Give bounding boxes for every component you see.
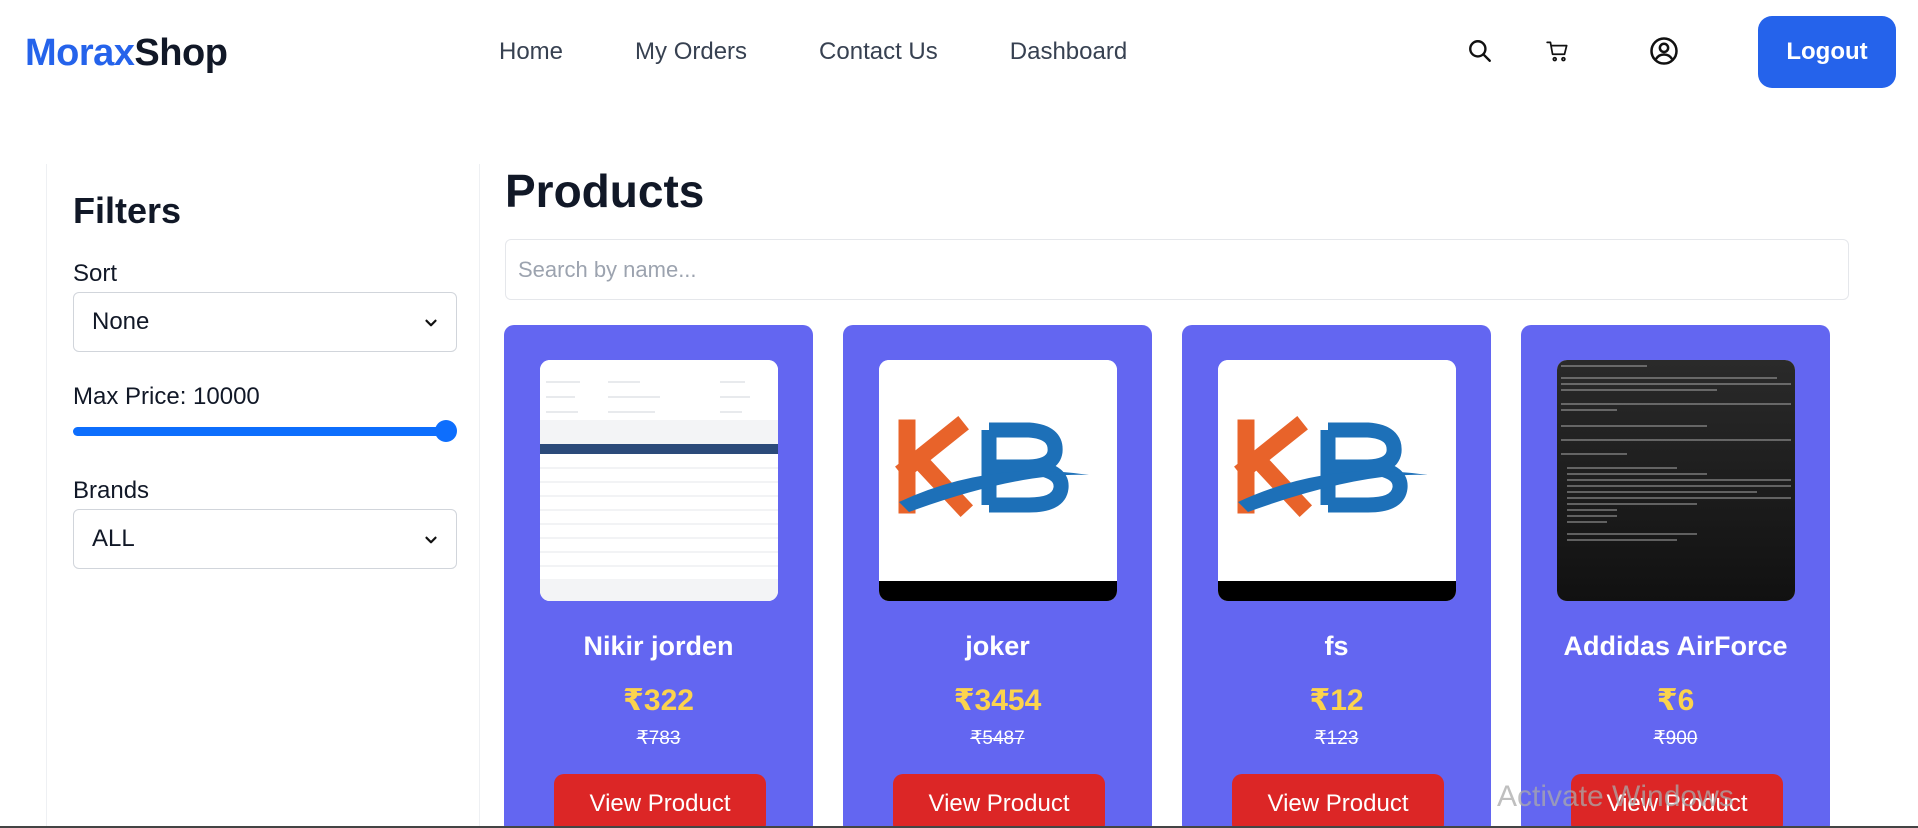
product-original-price: ₹5487 xyxy=(970,728,1025,749)
product-image[interactable] xyxy=(1557,360,1795,601)
slider-thumb[interactable] xyxy=(435,420,457,442)
nav-link-home[interactable]: Home xyxy=(499,38,563,66)
brands-label: Brands xyxy=(73,477,150,504)
product-card[interactable]: Nikir jorden ₹322 ₹783 View Product xyxy=(504,325,813,828)
product-name: Addidas AirForce xyxy=(1563,631,1788,661)
product-card[interactable]: Addidas AirForce ₹6 ₹900 View Product xyxy=(1521,325,1830,828)
search-icon[interactable] xyxy=(1465,36,1495,66)
product-original-price: ₹783 xyxy=(636,728,681,749)
nav-link-my-orders[interactable]: My Orders xyxy=(635,38,747,66)
search-input[interactable] xyxy=(505,239,1849,300)
product-price: ₹3454 xyxy=(953,684,1042,717)
view-product-button[interactable]: View Product xyxy=(1232,774,1444,828)
nav-links: Home My Orders Contact Us Dashboard xyxy=(499,38,1199,66)
logo-part-morax: Morax xyxy=(25,32,135,74)
user-circle-icon[interactable] xyxy=(1649,36,1679,66)
brands-select-value: ALL xyxy=(92,525,135,552)
product-name: joker xyxy=(965,631,1030,661)
nav-link-contact-us[interactable]: Contact Us xyxy=(819,38,938,66)
slider-track xyxy=(73,427,445,436)
product-name: fs xyxy=(1324,631,1349,661)
view-product-button[interactable]: View Product xyxy=(554,774,766,828)
product-price: ₹322 xyxy=(623,684,694,717)
nav-link-dashboard[interactable]: Dashboard xyxy=(1010,38,1127,66)
logo-part-shop: Shop xyxy=(134,32,228,74)
product-name: Nikir jorden xyxy=(583,631,734,661)
max-price-label: Max Price: 10000 xyxy=(73,383,260,410)
logo[interactable]: MoraxShop xyxy=(25,32,228,75)
product-image[interactable] xyxy=(879,360,1117,601)
chevron-down-icon xyxy=(422,311,440,339)
product-original-price: ₹900 xyxy=(1653,728,1698,749)
filters-sidebar: Filters Sort None Max Price: 10000 Brand… xyxy=(46,164,480,828)
page-title: Products xyxy=(505,165,705,217)
product-card[interactable]: joker ₹3454 ₹5487 View Product xyxy=(843,325,1152,828)
sort-label: Sort xyxy=(73,260,118,287)
product-original-price: ₹123 xyxy=(1314,728,1359,749)
sort-select-value: None xyxy=(92,308,150,335)
product-price: ₹12 xyxy=(1309,684,1364,717)
logout-button[interactable]: Logout xyxy=(1758,16,1896,88)
product-card[interactable]: fs ₹12 ₹123 View Product xyxy=(1182,325,1491,828)
cart-icon[interactable] xyxy=(1543,36,1573,66)
view-product-button[interactable]: View Product xyxy=(893,774,1105,828)
product-image[interactable] xyxy=(1218,360,1456,601)
product-price: ₹6 xyxy=(1656,684,1695,717)
chevron-down-icon xyxy=(422,528,440,556)
product-image[interactable] xyxy=(540,360,778,601)
sort-select[interactable]: None xyxy=(73,292,457,352)
filters-title: Filters xyxy=(73,190,182,231)
max-price-slider[interactable] xyxy=(73,419,457,443)
brands-select[interactable]: ALL xyxy=(73,509,457,569)
navbar: MoraxShop Home My Orders Contact Us Dash… xyxy=(0,0,1918,108)
windows-activation-watermark: Activate Windows xyxy=(1497,780,1734,813)
